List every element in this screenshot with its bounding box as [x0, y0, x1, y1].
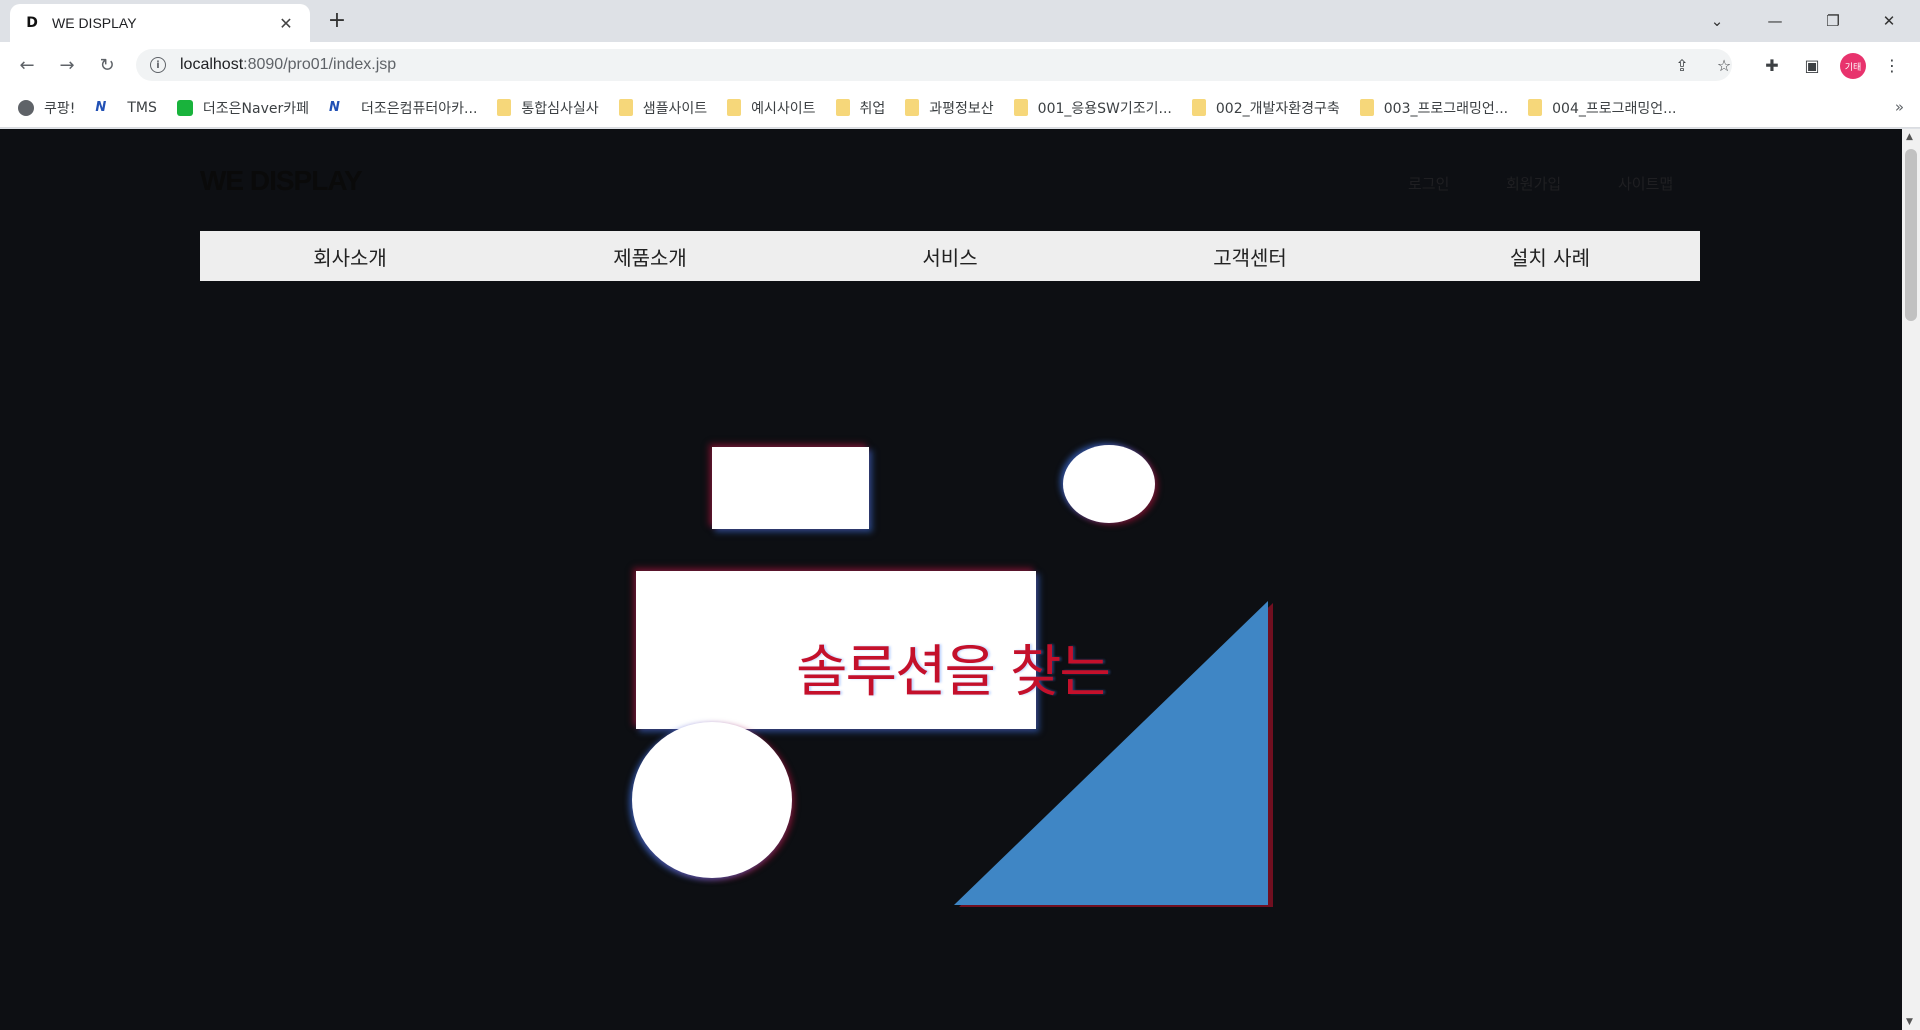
bookmark-label: 더조은Naver카페: [202, 100, 310, 117]
bookmark-item[interactable]: 예시사이트: [727, 98, 816, 118]
bookmark-item[interactable]: 취업: [835, 98, 886, 118]
kebab-menu-icon[interactable]: ⋮: [1880, 53, 1904, 77]
bookmark-star-icon[interactable]: ☆: [1712, 53, 1736, 77]
bookmark-item[interactable]: 001_응용SW기조기...: [1013, 98, 1172, 118]
site-favicon-icon: D: [26, 15, 38, 31]
bookmark-item[interactable]: 샘플사이트: [618, 98, 708, 118]
browser-toolbar: ← → ↻ i localhost:8090/pro01/index.jsp ⇪…: [0, 42, 1920, 88]
globe-icon: [18, 99, 34, 116]
bookmark-label: 샘플사이트: [642, 100, 708, 117]
folder-icon: [835, 99, 850, 116]
hero-circle: [632, 722, 792, 878]
bookmarks-bar: 쿠팡! N TMS 더조은Naver카페 N 더조은컴퓨터아카... 통합심사실사 샘플사이트…: [0, 88, 1920, 128]
profile-avatar[interactable]: 기태: [1840, 53, 1866, 79]
bookmark-label: 004_프로그래밍언...: [1552, 100, 1677, 117]
bookmarks-overflow-button[interactable]: »: [1895, 98, 1904, 116]
folder-icon: [1191, 99, 1206, 116]
hero-rectangle-small: [712, 447, 869, 529]
minimize-button[interactable]: —: [1752, 6, 1798, 36]
url-text: localhost:8090/pro01/index.jsp: [180, 56, 397, 73]
tab-search-icon[interactable]: ⌄: [1694, 6, 1740, 36]
tab-title: WE DISPLAY: [52, 15, 137, 31]
folder-icon: [497, 99, 512, 116]
forward-arrow-icon[interactable]: →: [52, 50, 82, 80]
site-info-icon[interactable]: i: [150, 57, 166, 73]
extensions-puzzle-icon[interactable]: ✚: [1760, 53, 1784, 77]
address-bar[interactable]: i localhost:8090/pro01/index.jsp: [136, 49, 1732, 81]
bookmark-label: 더조은컴퓨터아카...: [361, 100, 478, 117]
nav-item-cases[interactable]: 설치 사례: [1400, 231, 1700, 281]
bookmark-label: 취업: [859, 100, 886, 117]
folder-icon: [727, 99, 742, 116]
bookmark-label: 과평정보산: [929, 100, 994, 117]
bookmark-item[interactable]: 과평정보산: [905, 98, 994, 118]
hero-ellipse-small: [1063, 445, 1155, 523]
folder-icon: [1528, 99, 1543, 116]
bookmark-item[interactable]: N TMS: [95, 100, 157, 116]
page-scrollbar[interactable]: ▲ ▼: [1902, 129, 1920, 1030]
naver-cafe-icon: [176, 99, 193, 116]
hero-headline: 솔루션을 찾는: [796, 640, 1111, 705]
login-link[interactable]: 로그인: [1408, 173, 1449, 194]
tab-strip: D WE DISPLAY ✕ + ⌄ — ❐ ✕: [0, 0, 1920, 42]
bookmark-item[interactable]: 002_개발자환경구축: [1191, 98, 1340, 118]
page-viewport: WE DISPLAY 로그인 회원가입 사이트맵 회사소개 제품소개 서비스 고…: [0, 129, 1902, 1030]
restore-button[interactable]: ❐: [1810, 6, 1856, 36]
new-tab-button[interactable]: +: [324, 9, 350, 35]
main-nav: 회사소개 제품소개 서비스 고객센터 설치 사례: [200, 231, 1700, 281]
bookmark-label: 통합심사실사: [521, 100, 599, 117]
scroll-down-arrow-icon[interactable]: ▼: [1906, 1017, 1913, 1027]
site-logo[interactable]: WE DISPLAY: [200, 165, 363, 197]
folder-icon: [618, 99, 633, 116]
tms-icon: N: [329, 99, 340, 115]
signup-link[interactable]: 회원가입: [1506, 173, 1561, 194]
nav-item-company[interactable]: 회사소개: [200, 231, 500, 281]
bookmark-item[interactable]: 003_프로그래밍언...: [1359, 98, 1509, 118]
bookmark-item[interactable]: 더조은Naver카페: [176, 98, 310, 118]
bookmark-label: 002_개발자환경구축: [1215, 100, 1340, 117]
scrollbar-thumb[interactable]: [1905, 149, 1917, 321]
tab-close-icon[interactable]: ✕: [276, 14, 296, 33]
folder-icon: [1359, 99, 1374, 116]
close-window-button[interactable]: ✕: [1866, 6, 1912, 36]
bookmark-label: 예시사이트: [751, 100, 816, 117]
scroll-up-arrow-icon[interactable]: ▲: [1906, 132, 1913, 142]
nav-item-products[interactable]: 제품소개: [500, 231, 800, 281]
tms-icon: N: [95, 99, 107, 115]
reload-icon[interactable]: ↻: [92, 50, 122, 80]
nav-item-support[interactable]: 고객센터: [1100, 231, 1400, 281]
bookmark-item[interactable]: 004_프로그래밍언...: [1528, 98, 1676, 118]
bookmark-item[interactable]: 통합심사실사: [497, 98, 599, 118]
sitemap-link[interactable]: 사이트맵: [1618, 173, 1673, 194]
folder-icon: [905, 99, 920, 116]
bookmark-label: 001_응용SW기조기...: [1037, 100, 1172, 117]
bookmark-label: TMS: [127, 99, 157, 116]
side-panel-icon[interactable]: ▣: [1800, 53, 1824, 77]
share-icon[interactable]: ⇪: [1670, 53, 1694, 77]
nav-item-service[interactable]: 서비스: [800, 231, 1100, 281]
folder-icon: [1013, 99, 1028, 116]
bookmark-label: 003_프로그래밍언...: [1383, 100, 1509, 117]
bookmark-item[interactable]: N 더조은컴퓨터아카...: [329, 98, 477, 118]
bookmark-label: 쿠팡!: [44, 100, 76, 117]
back-arrow-icon[interactable]: ←: [12, 50, 42, 80]
bookmark-item[interactable]: 쿠팡!: [18, 98, 75, 118]
browser-tab[interactable]: D WE DISPLAY ✕: [10, 4, 310, 42]
